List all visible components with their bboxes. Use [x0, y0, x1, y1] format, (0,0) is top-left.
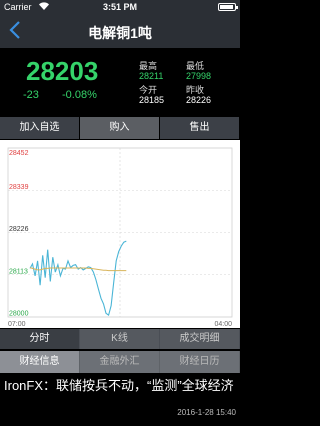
tab-finance-calendar[interactable]: 财经日历: [160, 351, 239, 373]
y-tick-label: 28452: [9, 150, 29, 157]
high-value: 28211: [139, 71, 164, 81]
x-tick-label: 04:00: [214, 321, 232, 328]
prev-close-value: 28226: [186, 95, 212, 105]
buy-button[interactable]: 购入: [80, 117, 159, 139]
battery-icon: [218, 3, 238, 11]
price-change: -23: [23, 89, 39, 101]
add-to-watchlist-button[interactable]: 加入自选: [0, 117, 79, 139]
tab-finance-news[interactable]: 财经信息: [0, 351, 79, 373]
low-value: 27998: [186, 71, 212, 81]
price-change-percent: -0.08%: [62, 89, 97, 101]
page-title: 电解铜1吨: [88, 25, 152, 41]
y-tick-label: 28339: [9, 184, 29, 191]
intraday-chart-svg: 28452 28339 28226 28113 28000 07:00 04:00: [7, 147, 233, 328]
status-time: 3:51 PM: [102, 2, 137, 12]
news-headline[interactable]: IronFX：联储按兵不动，“监测”全球经济: [4, 378, 236, 394]
status-bar: Carrier 3:51 PM: [0, 0, 240, 14]
sell-button[interactable]: 售出: [160, 117, 239, 139]
news-date: 2016-1-28 15:40: [177, 408, 236, 417]
tab-kline[interactable]: K线: [80, 329, 159, 349]
y-tick-label: 28226: [9, 226, 29, 233]
news-tabs: 财经信息 金融外汇 财经日历: [0, 351, 240, 373]
y-tick-label: 28000: [9, 311, 29, 318]
intraday-chart[interactable]: 28452 28339 28226 28113 28000 07:00 04:00: [0, 140, 240, 328]
tab-trade-details[interactable]: 成交明细: [160, 329, 239, 349]
navigation-bar: 电解铜1吨: [0, 14, 240, 48]
price-line: [29, 240, 127, 316]
tab-intraday[interactable]: 分时: [0, 329, 79, 349]
y-tick-label: 28113: [9, 268, 28, 275]
news-item[interactable]: IronFX：联储按兵不动，“监测”全球经济 2016-1-28 15:40: [0, 374, 240, 426]
quote-panel: 28203 -23 -0.08% 最高 28211 最低 27998 今开 28…: [0, 48, 240, 116]
tab-forex[interactable]: 金融外汇: [80, 351, 159, 373]
current-price: 28203: [26, 56, 99, 86]
x-tick-label: 07:00: [8, 321, 26, 328]
trade-actions: 加入自选 购入 售出: [0, 117, 240, 139]
period-tabs: 分时 K线 成交明细: [0, 329, 240, 349]
open-value: 28185: [139, 95, 165, 105]
